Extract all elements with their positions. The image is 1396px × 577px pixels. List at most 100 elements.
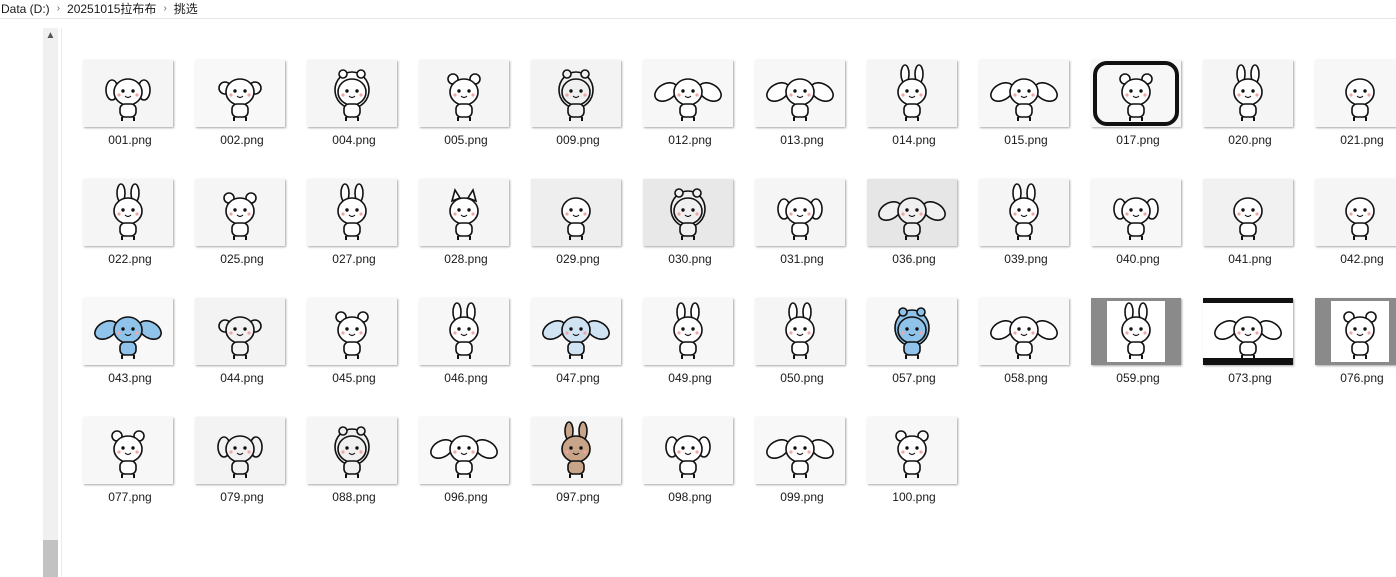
file-thumbnail[interactable] (867, 60, 957, 127)
file-item[interactable]: 029.png (531, 179, 625, 279)
file-thumbnail[interactable] (531, 298, 621, 365)
file-thumbnail[interactable] (755, 179, 845, 246)
file-name-label[interactable]: 044.png (195, 371, 289, 385)
file-item[interactable]: 057.png (867, 298, 961, 398)
file-item[interactable]: 098.png (643, 417, 737, 517)
file-thumbnail[interactable] (979, 179, 1069, 246)
file-item[interactable]: 012.png (643, 60, 737, 160)
file-item[interactable]: 097.png (531, 417, 625, 517)
file-name-label[interactable]: 022.png (83, 252, 177, 266)
file-thumbnail[interactable] (307, 298, 397, 365)
file-name-label[interactable]: 021.png (1315, 133, 1396, 147)
file-item[interactable]: 027.png (307, 179, 401, 279)
file-item[interactable]: 004.png (307, 60, 401, 160)
file-name-label[interactable]: 005.png (419, 133, 513, 147)
file-thumbnail[interactable] (83, 417, 173, 484)
file-name-label[interactable]: 096.png (419, 490, 513, 504)
file-thumbnail[interactable] (531, 417, 621, 484)
file-item[interactable]: 005.png (419, 60, 513, 160)
file-item[interactable]: 059.png (1091, 298, 1185, 398)
file-item[interactable]: 020.png (1203, 60, 1297, 160)
file-name-label[interactable]: 028.png (419, 252, 513, 266)
file-thumbnail[interactable] (83, 179, 173, 246)
file-name-label[interactable]: 100.png (867, 490, 961, 504)
file-thumbnail[interactable] (195, 60, 285, 127)
file-item[interactable]: 022.png (83, 179, 177, 279)
file-thumbnail[interactable] (643, 60, 733, 127)
file-name-label[interactable]: 043.png (83, 371, 177, 385)
file-thumbnail[interactable] (643, 179, 733, 246)
file-item[interactable]: 044.png (195, 298, 289, 398)
file-thumbnail[interactable] (419, 179, 509, 246)
file-item[interactable]: 031.png (755, 179, 849, 279)
file-item[interactable]: 014.png (867, 60, 961, 160)
file-item[interactable]: 002.png (195, 60, 289, 160)
file-item[interactable]: 015.png (979, 60, 1073, 160)
file-item[interactable]: 079.png (195, 417, 289, 517)
file-item[interactable]: 042.png (1315, 179, 1396, 279)
file-item[interactable]: 088.png (307, 417, 401, 517)
file-thumbnail[interactable] (1203, 179, 1293, 246)
file-thumbnail[interactable] (531, 60, 621, 127)
file-item[interactable]: 009.png (531, 60, 625, 160)
file-thumbnail[interactable] (419, 60, 509, 127)
file-item[interactable]: 039.png (979, 179, 1073, 279)
file-name-label[interactable]: 001.png (83, 133, 177, 147)
file-thumbnail[interactable] (643, 417, 733, 484)
file-thumbnail[interactable] (1091, 60, 1181, 127)
file-name-label[interactable]: 045.png (307, 371, 401, 385)
file-thumbnail[interactable] (1315, 179, 1396, 246)
file-name-label[interactable]: 058.png (979, 371, 1073, 385)
file-thumbnail[interactable] (1091, 298, 1181, 365)
file-item[interactable]: 047.png (531, 298, 625, 398)
file-item[interactable]: 013.png (755, 60, 849, 160)
file-name-label[interactable]: 014.png (867, 133, 961, 147)
file-thumbnail[interactable] (83, 298, 173, 365)
file-item[interactable]: 050.png (755, 298, 849, 398)
file-thumbnail[interactable] (419, 417, 509, 484)
file-thumbnail[interactable] (195, 298, 285, 365)
file-item[interactable]: 021.png (1315, 60, 1396, 160)
file-thumbnail[interactable] (755, 298, 845, 365)
file-thumbnail[interactable] (195, 417, 285, 484)
file-thumbnail[interactable] (1315, 298, 1396, 365)
file-thumbnail[interactable] (83, 60, 173, 127)
file-name-label[interactable]: 076.png (1315, 371, 1396, 385)
file-thumbnail[interactable] (867, 417, 957, 484)
file-item[interactable]: 041.png (1203, 179, 1297, 279)
file-thumbnail[interactable] (867, 179, 957, 246)
file-name-label[interactable]: 047.png (531, 371, 625, 385)
file-name-label[interactable]: 025.png (195, 252, 289, 266)
file-item[interactable]: 077.png (83, 417, 177, 517)
file-name-label[interactable]: 040.png (1091, 252, 1185, 266)
file-name-label[interactable]: 020.png (1203, 133, 1297, 147)
file-item[interactable]: 030.png (643, 179, 737, 279)
file-name-label[interactable]: 042.png (1315, 252, 1396, 266)
file-thumbnail[interactable] (643, 298, 733, 365)
file-thumbnail[interactable] (755, 417, 845, 484)
file-item[interactable]: 040.png (1091, 179, 1185, 279)
file-name-label[interactable]: 029.png (531, 252, 625, 266)
file-thumbnail[interactable] (195, 179, 285, 246)
file-item[interactable]: 036.png (867, 179, 961, 279)
file-thumbnail[interactable] (755, 60, 845, 127)
file-name-label[interactable]: 077.png (83, 490, 177, 504)
file-name-label[interactable]: 097.png (531, 490, 625, 504)
file-name-label[interactable]: 030.png (643, 252, 737, 266)
file-thumbnail[interactable] (307, 179, 397, 246)
file-name-label[interactable]: 046.png (419, 371, 513, 385)
file-thumbnail[interactable] (419, 298, 509, 365)
file-name-label[interactable]: 031.png (755, 252, 849, 266)
file-name-label[interactable]: 079.png (195, 490, 289, 504)
file-item[interactable]: 017.png (1091, 60, 1185, 160)
file-name-label[interactable]: 041.png (1203, 252, 1297, 266)
file-name-label[interactable]: 017.png (1091, 133, 1185, 147)
file-name-label[interactable]: 039.png (979, 252, 1073, 266)
file-thumbnail[interactable] (1091, 179, 1181, 246)
file-thumbnail[interactable] (1203, 298, 1293, 365)
file-name-label[interactable]: 009.png (531, 133, 625, 147)
file-thumbnail[interactable] (531, 179, 621, 246)
file-name-label[interactable]: 098.png (643, 490, 737, 504)
file-item[interactable]: 096.png (419, 417, 513, 517)
file-item[interactable]: 049.png (643, 298, 737, 398)
